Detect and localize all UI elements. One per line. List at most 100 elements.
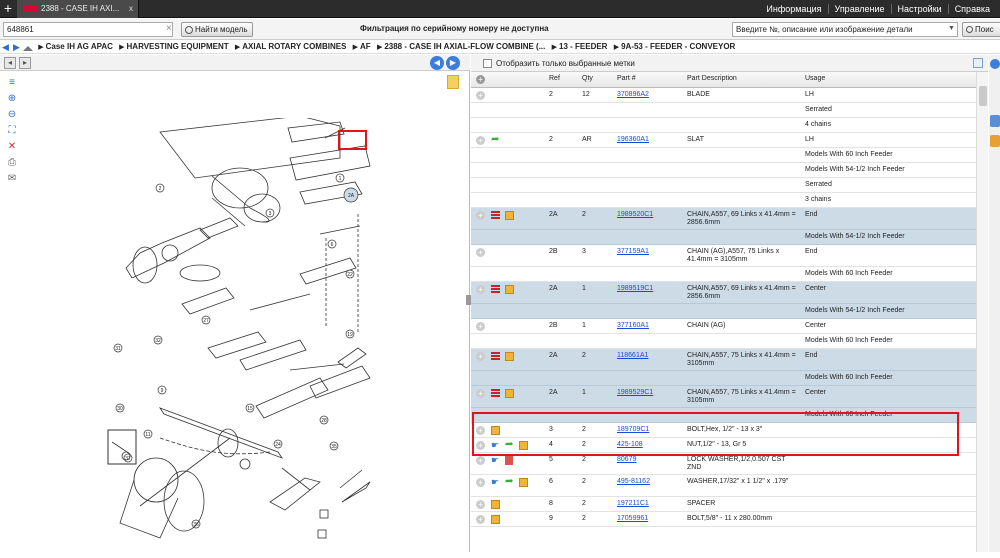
note-icon[interactable] [447, 75, 459, 89]
col-qty[interactable]: Qty [582, 75, 593, 83]
expand-row-icon[interactable]: + [476, 456, 485, 465]
illustration-list-icon[interactable] [491, 211, 500, 219]
part-number-link[interactable]: 377160A1 [617, 322, 649, 330]
part-number-link[interactable]: 80679 [617, 456, 636, 464]
table-row[interactable]: Models With 60 Inch Feeder [471, 334, 978, 349]
col-part[interactable]: Part # [617, 75, 636, 83]
cart-icon[interactable] [990, 135, 1000, 147]
expand-row-icon[interactable]: + [476, 248, 485, 257]
table-row[interactable]: +2B 1 377160A1 CHAIN (AG) Center [471, 319, 978, 334]
breadcrumb-item[interactable]: HARVESTING EQUIPMENT [127, 41, 229, 53]
replacement-arrow-icon[interactable]: ➦ [505, 476, 513, 487]
table-row[interactable]: Models With 54-1/2 Inch Feeder [471, 304, 978, 319]
breadcrumb-item[interactable]: 2388 - CASE IH AXIAL-FLOW COMBINE (... [384, 41, 545, 53]
expand-row-icon[interactable]: + [476, 500, 485, 509]
table-row[interactable]: +9 2 17059961 BOLT,5/8" - 11 x 280.00mm [471, 512, 978, 527]
next-page-icon[interactable]: ▶ [446, 56, 460, 70]
package-icon[interactable] [491, 515, 500, 524]
part-number-link[interactable]: 17059961 [617, 515, 648, 523]
package-icon[interactable] [505, 352, 514, 361]
serial-number-input[interactable]: 648861 [3, 22, 173, 37]
col-ref[interactable]: Ref [549, 75, 560, 83]
illustration-list-icon[interactable] [491, 352, 500, 360]
clear-selection-icon[interactable]: ✕ [6, 141, 18, 153]
part-number-link[interactable]: 197211C1 [617, 500, 649, 508]
clear-icon[interactable]: × [166, 22, 176, 37]
breadcrumb-item[interactable]: 9A-53 - FEEDER - CONVEYOR [621, 41, 735, 53]
tab-active[interactable]: 2388 - CASE IH AXI... x [17, 0, 139, 18]
table-row[interactable]: 3 chains [471, 193, 978, 208]
expand-row-icon[interactable]: + [476, 91, 485, 100]
illustration-list-icon[interactable] [491, 389, 500, 397]
col-description[interactable]: Part Description [687, 75, 737, 83]
book-icon[interactable] [505, 456, 513, 465]
part-number-link[interactable]: 495-81162 [617, 478, 650, 486]
table-row[interactable]: +2B 3 377159A1 CHAIN (AG),A557, 75 Links x … [471, 245, 978, 267]
table-row[interactable]: + ☛ 5 2 80679 LOCK WASHER,1/2,0.507 CST ZND [471, 453, 978, 475]
illustration-list-icon[interactable] [491, 285, 500, 293]
expand-row-icon[interactable]: + [476, 389, 485, 398]
part-number-link[interactable]: 196360A1 [617, 136, 649, 144]
table-row[interactable]: Serrated [471, 103, 978, 118]
breadcrumb-item[interactable]: AXIAL ROTARY COMBINES [242, 41, 346, 53]
new-tab-button[interactable]: + [0, 0, 16, 18]
table-row[interactable]: + ➦ 2 AR 196360A1 SLAT LH [471, 133, 978, 148]
expand-right-icon[interactable]: ▸ [19, 57, 31, 69]
expand-row-icon[interactable]: + [476, 478, 485, 487]
expand-all-icon[interactable]: + [476, 75, 485, 84]
expand-row-icon[interactable]: + [476, 136, 485, 145]
prev-page-icon[interactable]: ◀ [430, 56, 444, 70]
expand-row-icon[interactable]: + [476, 515, 485, 524]
back-arrow-icon[interactable]: ◀ [0, 41, 11, 53]
tab-close-icon[interactable]: x [129, 0, 133, 18]
part-number-link[interactable]: 370896A2 [617, 91, 649, 99]
breadcrumb-item[interactable]: Case IH AG APAC [46, 41, 113, 53]
col-usage[interactable]: Usage [805, 75, 825, 83]
table-row[interactable]: +2A 1 1989529C1 CHAIN,A557, 75 Links x 41.4… [471, 386, 978, 408]
print-icon[interactable]: ⎙ [6, 157, 18, 169]
zoom-in-icon[interactable]: ⊕ [6, 93, 18, 105]
hand-point-icon[interactable]: ☛ [491, 477, 499, 488]
fit-icon[interactable]: ⛶ [6, 125, 18, 137]
table-row[interactable]: +2A 2 1989520C1 CHAIN,A557, 69 Links x 41.4… [471, 208, 978, 230]
breadcrumb-item[interactable]: 13 - FEEDER [559, 41, 607, 53]
table-row[interactable]: + ☛ ➦ 6 2 495-81162 WASHER,17/32" x 1 1/2" x .… [471, 475, 978, 497]
table-row[interactable]: Serrated [471, 178, 978, 193]
table-row[interactable]: Models With 54-1/2 Inch Feeder [471, 163, 978, 178]
table-row[interactable]: +8 2 197211C1 SPACER [471, 497, 978, 512]
part-number-link[interactable]: 377159A1 [617, 248, 649, 256]
table-row[interactable]: Models With 60 Inch Feeder [471, 148, 978, 163]
table-row[interactable]: Models With 54-1/2 Inch Feeder [471, 230, 978, 245]
table-scrollbar[interactable] [976, 72, 988, 552]
collapse-left-icon[interactable]: ◂ [4, 57, 16, 69]
package-icon[interactable] [505, 285, 514, 294]
show-selected-checkbox[interactable] [483, 59, 492, 68]
email-icon[interactable]: ✉ [6, 173, 18, 185]
panel-options-icon[interactable] [973, 58, 983, 68]
table-row[interactable]: +2A 2 118661A1 CHAIN,A557, 75 Links x 41.4m… [471, 349, 978, 371]
part-number-link[interactable]: 1989519C1 [617, 285, 653, 293]
replacement-arrow-icon[interactable]: ➦ [491, 134, 499, 145]
user-icon[interactable] [990, 115, 1000, 127]
package-icon[interactable] [505, 211, 514, 220]
part-number-link[interactable]: 1989529C1 [617, 389, 653, 397]
expand-row-icon[interactable]: + [476, 285, 485, 294]
package-icon[interactable] [519, 478, 528, 487]
scrollbar-thumb[interactable] [979, 86, 987, 106]
hand-point-icon[interactable]: ☛ [491, 455, 499, 466]
info-icon[interactable] [990, 59, 1000, 69]
table-row[interactable]: +2A 1 1989519C1 CHAIN,A557, 69 Links x 41.4… [471, 282, 978, 304]
part-number-link[interactable]: 118661A1 [617, 352, 648, 360]
package-icon[interactable] [505, 389, 514, 398]
exploded-parts-diagram[interactable]: 2A 1 2 3 31 30 32 37 24 28 35 36 11 15 9… [100, 118, 440, 558]
table-row[interactable]: 4 chains [471, 118, 978, 133]
package-icon[interactable] [491, 500, 500, 509]
menu-management[interactable]: Управление [827, 4, 891, 14]
part-search-input[interactable]: Введите №, описание или изображение дета… [732, 22, 958, 37]
expand-row-icon[interactable]: + [476, 352, 485, 361]
chevron-down-icon[interactable]: ▼ [948, 22, 958, 37]
home-icon[interactable] [23, 42, 33, 51]
table-row[interactable]: +2 12 370896A2 BLADE LH [471, 88, 978, 103]
search-button[interactable]: Поис [962, 22, 1000, 37]
menu-info[interactable]: Информация [760, 4, 827, 14]
